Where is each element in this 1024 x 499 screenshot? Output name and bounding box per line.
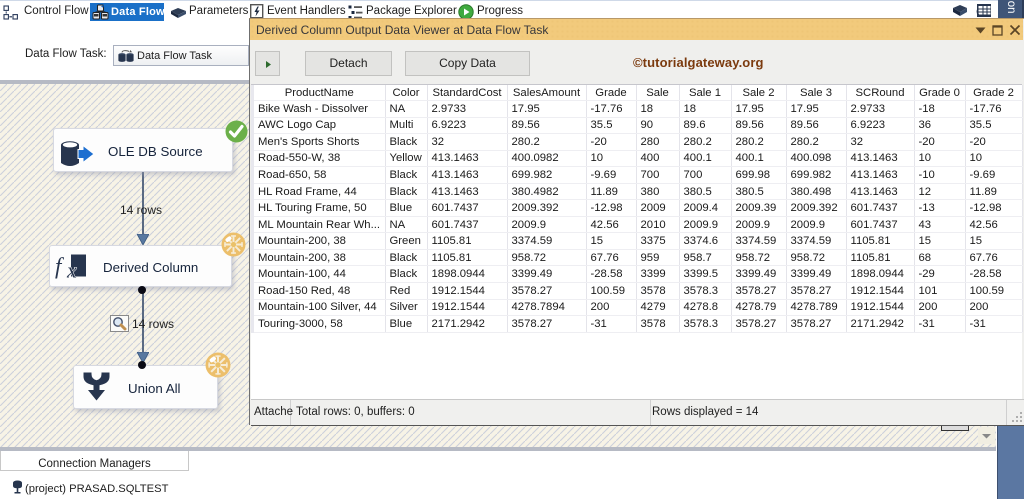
svg-text:f: f [55, 254, 65, 279]
svg-text:x: x [66, 258, 77, 281]
